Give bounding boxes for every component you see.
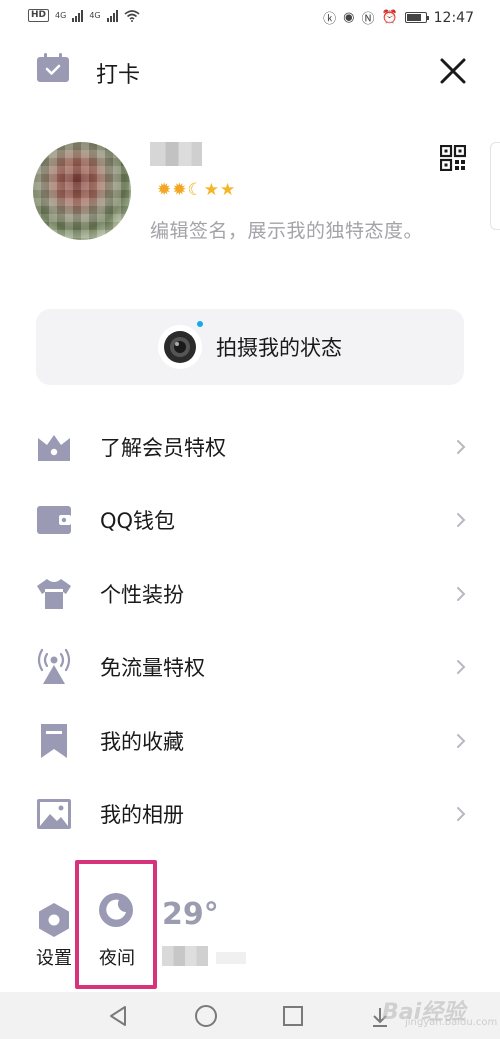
tshirt-icon [37, 578, 71, 609]
menu-item-free-data[interactable]: 免流量特权 [0, 631, 500, 705]
status-right: ⓚ ◉ Ⓝ ⏰ 12:47 [323, 8, 474, 28]
data-saver-icon: ⓚ [323, 12, 337, 27]
sun-badge-icon: ✹ [172, 180, 187, 200]
chevron-right-icon [457, 513, 466, 528]
avatar[interactable] [33, 142, 131, 240]
chevron-right-icon [457, 660, 466, 675]
level-badges[interactable]: ✹ ✹ ☾ ★ ★ [157, 180, 235, 200]
menu-item-label: 免流量特权 [100, 656, 205, 681]
network-label-2: 4G [89, 11, 101, 20]
star-badge-icon: ★ [220, 180, 236, 200]
drawer-header: 打卡 [0, 40, 500, 100]
battery-icon [404, 12, 429, 23]
signature-text[interactable]: 编辑签名，展示我的独特态度。 [150, 216, 423, 243]
drawer-bottom-bar: 设置 夜间 29° [0, 860, 500, 990]
signal-icon-2 [106, 9, 118, 22]
menu-item-vip[interactable]: 了解会员特权 [0, 410, 500, 484]
recent-apps-icon[interactable] [282, 1005, 304, 1027]
menu-item-label: 个性装扮 [100, 582, 184, 607]
star-badge-icon: ★ [203, 180, 219, 200]
checkin-title[interactable]: 打卡 [96, 57, 140, 89]
status-bar: HD 4G 4G ⓚ ◉ Ⓝ ⏰ 12:47 [0, 0, 500, 36]
moon-badge-icon: ☾ [187, 180, 203, 200]
signal-tower-icon [37, 649, 71, 685]
signal-icon-1 [72, 9, 84, 22]
status-left: HD 4G 4G [28, 9, 140, 22]
side-panel-edge [490, 142, 500, 230]
capture-status-button[interactable]: 拍摄我的状态 [36, 309, 464, 385]
system-nav-bar: Bai经验 jingyan.baidu.com [0, 992, 500, 1039]
new-dot-badge [197, 321, 203, 327]
menu-item-album[interactable]: 我的相册 [0, 778, 500, 852]
sun-badge-icon: ✹ [157, 180, 172, 200]
chevron-right-icon [457, 807, 466, 822]
nickname-blurred[interactable] [150, 142, 202, 166]
bookmark-icon [41, 723, 67, 758]
camera-icon [158, 321, 203, 369]
capture-status-label: 拍摄我的状态 [216, 336, 342, 360]
nfc-icon: Ⓝ [361, 12, 375, 27]
baidu-watermark-url: jingyan.baidu.com [405, 1017, 498, 1028]
night-mode-label: 夜间 [99, 948, 135, 969]
wifi-icon [124, 9, 140, 22]
moon-icon [99, 893, 133, 927]
menu-item-theme[interactable]: 个性装扮 [0, 557, 500, 631]
home-circle-icon[interactable] [194, 1004, 218, 1028]
camera-lens-icon [164, 331, 196, 363]
drawer-menu: 了解会员特权 QQ钱包 个性装扮 免流量特权 我的收藏 我的相册 [0, 410, 500, 851]
settings-hexagon-icon [39, 903, 69, 937]
chevron-right-icon [457, 733, 466, 748]
eye-comfort-icon: ◉ [343, 10, 355, 25]
back-triangle-icon[interactable] [107, 1004, 129, 1028]
network-label-1: 4G [55, 11, 67, 20]
qr-code-icon[interactable] [440, 145, 466, 171]
calendar-check-icon[interactable] [36, 53, 70, 83]
alarm-icon: ⏰ [381, 10, 398, 25]
clock: 12:47 [433, 9, 474, 26]
photo-icon [37, 799, 71, 830]
settings-label: 设置 [36, 948, 72, 969]
chevron-right-icon [457, 439, 466, 454]
menu-item-label: 我的收藏 [100, 729, 184, 754]
menu-item-label: QQ钱包 [100, 509, 176, 534]
close-icon[interactable] [436, 54, 470, 88]
chevron-right-icon [457, 586, 466, 601]
menu-item-wallet[interactable]: QQ钱包 [0, 484, 500, 558]
weather-city-blurred[interactable] [162, 946, 208, 966]
weather-temperature[interactable]: 29° [162, 897, 219, 932]
hd-badge: HD [28, 9, 50, 22]
blurred-text [216, 952, 246, 964]
menu-item-favorites[interactable]: 我的收藏 [0, 704, 500, 778]
wallet-icon [37, 506, 71, 535]
menu-item-label: 了解会员特权 [100, 435, 226, 460]
menu-item-label: 我的相册 [100, 803, 184, 828]
crown-icon [38, 434, 70, 461]
